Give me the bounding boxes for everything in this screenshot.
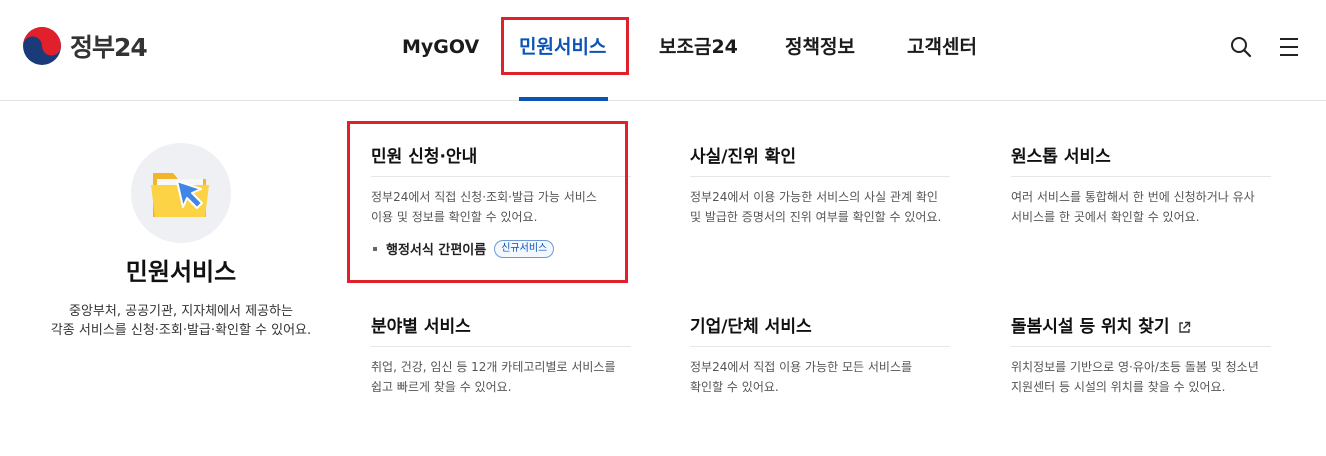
- card-description: 정부24에서 직접 이용 가능한 모든 서비스를 확인할 수 있어요.: [690, 357, 950, 397]
- intro-desc-line: 각종 서비스를 신청·조회·발급·확인할 수 있어요.: [50, 323, 312, 338]
- card-desc-line: 위치정보를 기반으로 영·유아/초등 돌봄 및 청소년: [1011, 360, 1259, 374]
- card-title-text: 원스톱 서비스: [1011, 147, 1111, 167]
- nav-item-civil-service[interactable]: 민원서비스: [519, 32, 606, 62]
- logo[interactable]: 정부24: [22, 26, 148, 66]
- nav-item-subsidy24[interactable]: 보조금24: [659, 32, 738, 62]
- card-title[interactable]: 분야별 서비스: [371, 314, 631, 347]
- card-description: 정부24에서 직접 신청·조회·발급 가능 서비스 이용 및 정보를 확인할 수…: [371, 187, 631, 227]
- card-description: 정부24에서 이용 가능한 서비스의 사실 관계 확인 및 발급한 증명서의 진…: [690, 187, 950, 227]
- card-fact-verification[interactable]: 사실/진위 확인 정부24에서 이용 가능한 서비스의 사실 관계 확인 및 발…: [690, 144, 950, 227]
- intro-desc-line: 중앙부처, 공공기관, 지자체에서 제공하는: [69, 304, 293, 319]
- intro-icon-circle: [131, 143, 231, 243]
- search-button[interactable]: [1230, 36, 1252, 62]
- card-title-text: 돌봄시설 등 위치 찾기: [1011, 317, 1170, 337]
- card-title[interactable]: 사실/진위 확인: [690, 144, 950, 177]
- card-business-service[interactable]: 기업/단체 서비스 정부24에서 직접 이용 가능한 모든 서비스를 확인할 수…: [690, 314, 950, 397]
- card-title-text: 기업/단체 서비스: [690, 317, 812, 337]
- card-desc-line: 정부24에서 직접 신청·조회·발급 가능 서비스: [371, 190, 597, 204]
- admin-form-link[interactable]: 행정서식 간편이름 신규서비스: [371, 239, 631, 258]
- admin-form-link-text: 행정서식 간편이름: [386, 243, 487, 258]
- nav-item-customer-center[interactable]: 고객센터: [907, 32, 977, 62]
- card-title-text: 사실/진위 확인: [690, 147, 796, 167]
- card-desc-line: 확인할 수 있어요.: [690, 380, 779, 394]
- card-desc-line: 취업, 건강, 임신 등 12개 카테고리별로 서비스를: [371, 360, 616, 374]
- card-desc-line: 정부24에서 직접 이용 가능한 모든 서비스를: [690, 360, 913, 374]
- logo-text: 정부24: [70, 33, 148, 62]
- active-nav-underline: [519, 97, 608, 101]
- taegeuk-logo-icon: [23, 27, 61, 65]
- bullet-icon: [373, 246, 377, 251]
- card-care-facility-finder[interactable]: 돌봄시설 등 위치 찾기 위치정보를 기반으로 영·유아/초등 돌봄 및 청소년…: [1011, 314, 1271, 397]
- card-description: 취업, 건강, 임신 등 12개 카테고리별로 서비스를 쉽고 빠르게 찾을 수…: [371, 357, 631, 397]
- card-desc-line: 지원센터 등 시설의 위치를 찾을 수 있어요.: [1011, 380, 1226, 394]
- hamburger-menu-icon: [1280, 38, 1298, 56]
- external-link-icon: [1178, 321, 1190, 333]
- card-category-service[interactable]: 분야별 서비스 취업, 건강, 임신 등 12개 카테고리별로 서비스를 쉽고 …: [371, 314, 631, 397]
- card-civil-application[interactable]: 민원 신청·안내 정부24에서 직접 신청·조회·발급 가능 서비스 이용 및 …: [371, 144, 631, 258]
- card-title-text: 민원 신청·안내: [371, 147, 478, 167]
- card-title-text: 분야별 서비스: [371, 317, 471, 337]
- card-description: 여러 서비스를 통합해서 한 번에 신청하거나 유사 서비스를 한 곳에서 확인…: [1011, 187, 1271, 227]
- card-desc-line: 여러 서비스를 통합해서 한 번에 신청하거나 유사: [1011, 190, 1255, 204]
- menu-button[interactable]: [1278, 36, 1300, 62]
- card-desc-line: 정부24에서 이용 가능한 서비스의 사실 관계 확인: [690, 190, 938, 204]
- card-desc-line: 쉽고 빠르게 찾을 수 있어요.: [371, 380, 512, 394]
- intro-description: 중앙부처, 공공기관, 지자체에서 제공하는 각종 서비스를 신청·조회·발급·…: [30, 302, 332, 340]
- folder-cursor-icon: [151, 173, 209, 217]
- intro-title: 민원서비스: [125, 258, 237, 286]
- card-one-stop-service[interactable]: 원스톱 서비스 여러 서비스를 통합해서 한 번에 신청하거나 유사 서비스를 …: [1011, 144, 1271, 227]
- card-desc-line: 서비스를 한 곳에서 확인할 수 있어요.: [1011, 210, 1200, 224]
- card-desc-line: 이용 및 정보를 확인할 수 있어요.: [371, 210, 538, 224]
- card-title[interactable]: 원스톱 서비스: [1011, 144, 1271, 177]
- header: 정부24 MyGOV 민원서비스 보조금24 정책정보 고객센터: [0, 0, 1326, 101]
- card-desc-line: 및 발급한 증명서의 진위 여부를 확인할 수 있어요.: [690, 210, 942, 224]
- new-service-badge: 신규서비스: [494, 239, 555, 258]
- nav-item-mygov[interactable]: MyGOV: [402, 32, 479, 62]
- card-description: 위치정보를 기반으로 영·유아/초등 돌봄 및 청소년 지원센터 등 시설의 위…: [1011, 357, 1271, 397]
- card-title[interactable]: 돌봄시설 등 위치 찾기: [1011, 314, 1271, 347]
- card-title[interactable]: 민원 신청·안내: [371, 144, 631, 177]
- nav-item-policy-info[interactable]: 정책정보: [785, 32, 855, 62]
- card-title[interactable]: 기업/단체 서비스: [690, 314, 950, 347]
- search-icon: [1231, 37, 1252, 58]
